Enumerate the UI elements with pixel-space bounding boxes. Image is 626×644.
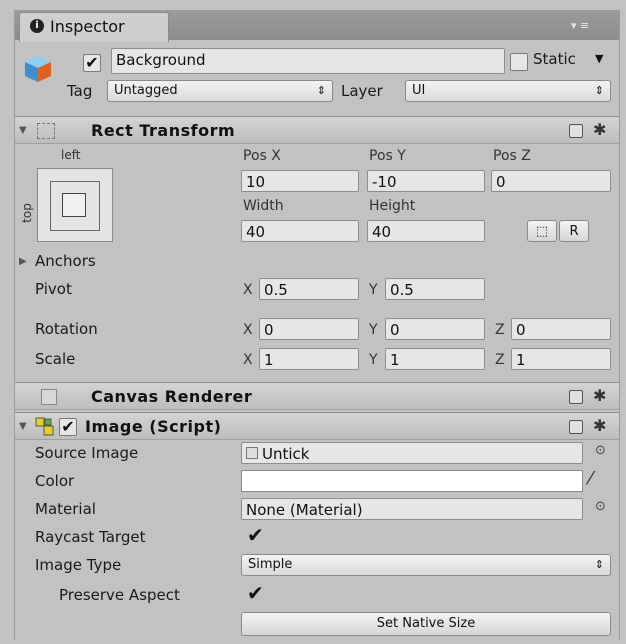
layer-dropdown[interactable]: UI ⇕	[405, 80, 611, 102]
script-icon	[35, 417, 55, 437]
image-type-dropdown[interactable]: Simple ⇕	[241, 554, 611, 576]
eyedropper-icon[interactable]: ⁄	[589, 468, 592, 489]
pos-x-label: Pos X	[243, 148, 281, 164]
foldout-arrow-icon[interactable]: ▼	[19, 125, 27, 136]
inspector-panel: i Inspector ▾ ≡ ✔ Background Static ▼ Ta…	[14, 10, 620, 640]
gear-icon[interactable]: ✱	[593, 120, 606, 139]
width-label: Width	[243, 198, 284, 214]
canvas-renderer-title: Canvas Renderer	[91, 387, 253, 406]
window-menu-icon[interactable]: ▾ ≡	[571, 19, 589, 32]
tab-label: Inspector	[50, 17, 125, 36]
blueprint-mode-button[interactable]: ⬚	[527, 220, 557, 242]
object-picker-icon[interactable]: ⊙	[595, 499, 606, 514]
image-enabled-checkbox[interactable]: ✔	[59, 418, 77, 436]
height-label: Height	[369, 198, 416, 214]
anchor-top-label: top	[19, 203, 34, 223]
anchor-left-label: left	[61, 148, 81, 162]
tag-label: Tag	[67, 82, 93, 100]
scale-label: Scale	[35, 350, 76, 368]
material-label: Material	[35, 500, 96, 518]
image-type-value: Simple	[248, 557, 293, 572]
gear-icon[interactable]: ✱	[593, 416, 606, 435]
pos-x-field[interactable]: 10	[241, 170, 359, 192]
scale-y-field[interactable]: 1	[385, 348, 485, 370]
pivot-x-letter: X	[243, 282, 253, 298]
dropdown-arrow-icon: ⇕	[594, 84, 604, 97]
anchors-label[interactable]: Anchors	[35, 252, 96, 270]
rotation-x-field[interactable]: 0	[259, 318, 359, 340]
set-native-size-button[interactable]: Set Native Size	[241, 612, 611, 636]
scale-y-letter: Y	[369, 352, 378, 368]
static-label: Static	[533, 50, 576, 68]
preserve-aspect-label: Preserve Aspect	[59, 586, 180, 604]
rotation-label: Rotation	[35, 320, 98, 338]
object-picker-icon[interactable]: ⊙	[595, 443, 606, 458]
source-image-value: Untick	[262, 445, 310, 463]
active-checkbox[interactable]: ✔	[83, 54, 101, 72]
anchor-rect	[62, 193, 86, 217]
static-dropdown-arrow-icon[interactable]: ▼	[595, 52, 603, 65]
raw-edit-button[interactable]: R	[559, 220, 589, 242]
height-field[interactable]: 40	[367, 220, 485, 242]
tag-value: Untagged	[114, 83, 178, 98]
help-book-icon[interactable]	[569, 124, 583, 138]
anchor-presets-button[interactable]	[37, 168, 113, 242]
dropdown-arrow-icon: ⇕	[594, 558, 604, 571]
pos-z-label: Pos Z	[493, 148, 531, 164]
raycast-target-label: Raycast Target	[35, 528, 146, 546]
color-swatch[interactable]	[241, 470, 583, 492]
pos-y-field[interactable]: -10	[367, 170, 485, 192]
rect-transform-icon	[37, 123, 55, 139]
tag-dropdown[interactable]: Untagged ⇕	[107, 80, 333, 102]
width-field[interactable]: 40	[241, 220, 359, 242]
preserve-aspect-checkbox[interactable]: ✔	[247, 583, 264, 603]
material-field[interactable]: None (Material)	[241, 498, 583, 520]
rotation-z-field[interactable]: 0	[511, 318, 611, 340]
pos-z-field[interactable]: 0	[491, 170, 611, 192]
layer-value: UI	[412, 83, 426, 98]
pivot-label: Pivot	[35, 280, 72, 298]
tab-inspector[interactable]: i Inspector	[19, 12, 169, 42]
help-book-icon[interactable]	[569, 390, 583, 404]
source-image-label: Source Image	[35, 444, 139, 462]
image-script-header[interactable]: ▼ ✔ Image (Script) ✱	[15, 412, 619, 440]
layer-label: Layer	[341, 82, 383, 100]
rect-transform-title: Rect Transform	[91, 121, 236, 140]
info-icon: i	[30, 19, 44, 33]
gear-icon[interactable]: ✱	[593, 386, 606, 405]
pivot-y-letter: Y	[369, 282, 378, 298]
sprite-icon	[246, 447, 258, 459]
blueprint-icon: ⬚	[535, 224, 549, 239]
object-name-field[interactable]: Background	[111, 48, 505, 74]
source-image-field[interactable]: Untick	[241, 442, 583, 464]
rotation-x-letter: X	[243, 322, 253, 338]
dropdown-arrow-icon: ⇕	[316, 84, 326, 97]
scale-x-field[interactable]: 1	[259, 348, 359, 370]
foldout-arrow-icon[interactable]: ▼	[19, 421, 27, 432]
scale-z-field[interactable]: 1	[511, 348, 611, 370]
scale-x-letter: X	[243, 352, 253, 368]
pivot-y-field[interactable]: 0.5	[385, 278, 485, 300]
rotation-y-letter: Y	[369, 322, 378, 338]
image-type-label: Image Type	[35, 556, 122, 574]
help-book-icon[interactable]	[569, 420, 583, 434]
pos-y-label: Pos Y	[369, 148, 406, 164]
rotation-y-field[interactable]: 0	[385, 318, 485, 340]
raycast-target-checkbox[interactable]: ✔	[247, 525, 264, 545]
rect-transform-header[interactable]: ▼ Rect Transform ✱	[15, 116, 619, 144]
static-checkbox[interactable]	[510, 53, 528, 71]
image-script-title: Image (Script)	[85, 417, 222, 436]
anchors-foldout-icon[interactable]: ▶	[19, 256, 27, 267]
rotation-z-letter: Z	[495, 322, 505, 338]
canvas-renderer-icon	[41, 389, 57, 405]
scale-z-letter: Z	[495, 352, 505, 368]
color-label: Color	[35, 472, 75, 490]
pivot-x-field[interactable]: 0.5	[259, 278, 359, 300]
canvas-renderer-header[interactable]: Canvas Renderer ✱	[15, 382, 619, 410]
game-object-icon	[23, 54, 53, 84]
